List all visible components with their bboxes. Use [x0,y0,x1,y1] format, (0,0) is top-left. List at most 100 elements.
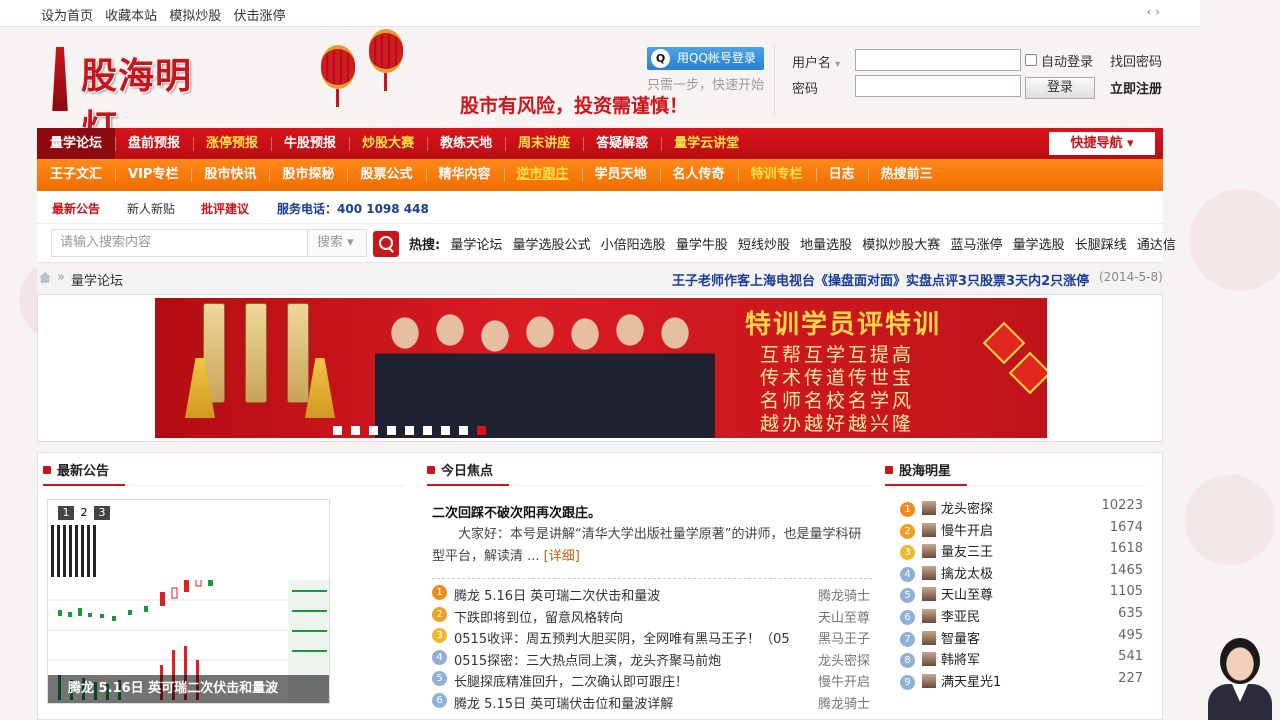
list-item-title[interactable]: 腾龙 5.16日 英可瑞二次伏击和量波 [454,585,660,604]
ranking-row[interactable]: 5 天山至尊 1105 [900,584,1143,606]
auto-login-checkbox[interactable] [1025,54,1037,66]
focus-more-link[interactable]: [详细] [544,549,580,564]
list-item-title[interactable]: 0515探密：三大热点同上演，龙头齐聚马前炮 [454,650,721,669]
member-name[interactable]: 量友三王 [941,545,993,560]
avatar[interactable] [922,501,936,515]
hot-search-item[interactable]: 量学牛股 [676,238,728,253]
list-item[interactable]: 4 0515探密：三大热点同上演，龙头齐聚马前炮 龙头密探 [432,649,872,672]
nav-item-legends[interactable]: 名人传奇 [659,159,738,191]
nav-item-students[interactable]: 学员天地 [581,159,660,191]
nav-item-formula[interactable]: 股票公式 [347,159,425,191]
ambush-limit-up-link[interactable]: 伏击涨停 [233,9,285,24]
ranking-row[interactable]: 7 智量客 495 [900,628,1143,650]
nav-item-training[interactable]: 特训专栏 [737,159,816,191]
ranking-row[interactable]: 1 龙头密探 10223 [900,498,1143,520]
carousel-dot[interactable] [387,426,396,435]
member-name[interactable]: 智量客 [941,632,980,647]
carousel-dot-active[interactable] [477,426,486,435]
login-button[interactable]: 登录 [1025,77,1095,99]
avatar[interactable] [922,630,936,645]
hot-search-item[interactable]: 小倍阳选股 [601,238,666,253]
search-icon[interactable] [373,231,399,257]
nav-item-blog[interactable]: 日志 [815,159,868,191]
quick-nav-button[interactable]: 快捷导航 ▾ [1049,132,1155,155]
find-password-link[interactable]: 找回密码 [1110,51,1162,70]
list-item[interactable]: 3 0515收评：周五预判大胆买阴，全网唯有黑马王子！（05 黑马王子 [432,628,872,650]
hot-search-item[interactable]: 模拟炒股大赛 [862,238,940,253]
switch-arrows-icon[interactable]: ‹ › [1147,5,1160,19]
nav-item-explore[interactable]: 股市探秘 [269,159,347,191]
username-select[interactable]: 用户名 ▾ [792,52,840,71]
nav-item-vip[interactable]: VIP专栏 [115,159,191,191]
slide-page[interactable]: 1 [58,506,74,520]
search-input[interactable]: 请输入搜索内容 [51,229,308,257]
simulated-trading-link[interactable]: 模拟炒股 [169,9,221,24]
banner-slide[interactable]: 特训学员评特训 互帮互学互提高 传术传道传世宝 名师名校名学风 越办越好越兴隆 [155,298,1047,438]
carousel-dot[interactable] [369,426,378,435]
headline-news-link[interactable]: 王子老师作客上海电视台《操盘面对面》实盘点评3只股票3天内2只涨停 [672,270,1089,289]
focus-headline[interactable]: 二次回踩不破次阳再次跟庄。 [432,502,601,521]
slide-caption[interactable]: 腾龙 5.16日 英可瑞二次伏击和量波 [48,675,329,703]
nav-item-qa[interactable]: 答疑解惑 [583,128,661,159]
avatar[interactable] [922,673,936,688]
carousel-dot[interactable] [441,426,450,435]
list-item[interactable]: 2 下跌即将到位，留意风格转向 天山至尊 [432,606,872,629]
list-item[interactable]: 6 腾龙 5.15日 英可瑞伏击位和量波详解 腾龙骑士 [432,692,872,715]
bookmark-link[interactable]: 收藏本站 [105,9,157,24]
carousel-dot[interactable] [459,426,468,435]
member-name[interactable]: 满天星光1 [941,675,1001,690]
avatar[interactable] [922,565,936,580]
home-icon[interactable] [39,272,51,283]
register-link[interactable]: 立即注册 [1110,78,1162,97]
ranking-row[interactable]: 6 李亚民 635 [900,606,1143,628]
ranking-row[interactable]: 4 擒龙太极 1465 [900,563,1143,585]
list-item-title[interactable]: 长腿探底精准回升，二次确认即可跟庄！ [454,671,688,690]
hot-search-item[interactable]: 通达信 [1137,238,1176,253]
avatar[interactable] [922,652,936,667]
nav-item-coach[interactable]: 教练天地 [427,128,505,159]
list-item-author[interactable]: 天山至尊 [818,607,870,626]
nav-item-bull-stock[interactable]: 牛股预报 [271,128,349,159]
list-item-author[interactable]: 黑马王子 [818,628,870,647]
avatar[interactable] [922,522,936,537]
list-item[interactable]: 5 长腿探底精准回升，二次确认即可跟庄！ 慢牛开启 [432,671,872,693]
avatar[interactable] [922,544,936,559]
hot-search-item[interactable]: 短线炒股 [738,238,790,253]
qq-login-button[interactable]: Q 用QQ帐号登录 [647,47,764,70]
list-item-author[interactable]: 腾龙骑士 [818,693,870,712]
hot-search-item[interactable]: 地量选股 [800,238,852,253]
member-name[interactable]: 韩將军 [941,653,980,668]
ranking-row[interactable]: 8 韩將军 541 [900,649,1143,671]
nav-item-contest[interactable]: 炒股大赛 [349,128,427,159]
nav-item-wangzi[interactable]: 王子文汇 [37,159,115,191]
list-item-title[interactable]: 腾龙 5.15日 英可瑞伏击位和量波详解 [454,693,673,712]
latest-notice-link[interactable]: 最新公告 [52,200,100,217]
search-type-select[interactable]: 搜索 ▾ [308,229,367,257]
list-item-author[interactable]: 慢牛开启 [818,671,870,690]
list-item[interactable]: 1 腾龙 5.16日 英可瑞二次伏击和量波 腾龙骑士 [432,585,872,607]
breadcrumb-current[interactable]: 量学论坛 [71,270,123,289]
nav-item-follow-dealer[interactable]: 逆市跟庄 [503,159,582,191]
slide-page-active[interactable]: 2 [76,506,92,520]
newbie-posts-link[interactable]: 新人新贴 [127,200,175,217]
username-input[interactable] [855,49,1021,71]
ranking-row[interactable]: 2 慢牛开启 1674 [900,520,1143,542]
carousel-dot[interactable] [405,426,414,435]
nav-item-essence[interactable]: 精华内容 [425,159,504,191]
nav-item-limit-up-forecast[interactable]: 涨停预报 [193,128,271,159]
nav-item-forum[interactable]: 量学论坛 [37,128,116,159]
ranking-row[interactable]: 3 量友三王 1618 [900,541,1143,563]
carousel-dot[interactable] [351,426,360,435]
nav-item-premarket[interactable]: 盘前预报 [115,128,193,159]
list-item-author[interactable]: 腾龙骑士 [818,585,870,604]
customer-service-avatar[interactable] [1200,630,1280,720]
list-item-title[interactable]: 0515收评：周五预判大胆买阴，全网唯有黑马王子！（05 [454,628,790,647]
nav-item-weekend-lecture[interactable]: 周末讲座 [505,128,583,159]
password-input[interactable] [855,75,1021,97]
member-name[interactable]: 龙头密探 [941,502,993,517]
notice-slideshow[interactable]: 123 腾龙 5.16日 英可瑞二次伏击和量波 [47,499,330,704]
list-item-author[interactable]: 龙头密探 [818,650,870,669]
hot-search-item[interactable]: 长腿踩线 [1075,238,1127,253]
member-name[interactable]: 天山至尊 [941,588,993,603]
nav-item-hot-top3[interactable]: 热搜前三 [867,159,946,191]
